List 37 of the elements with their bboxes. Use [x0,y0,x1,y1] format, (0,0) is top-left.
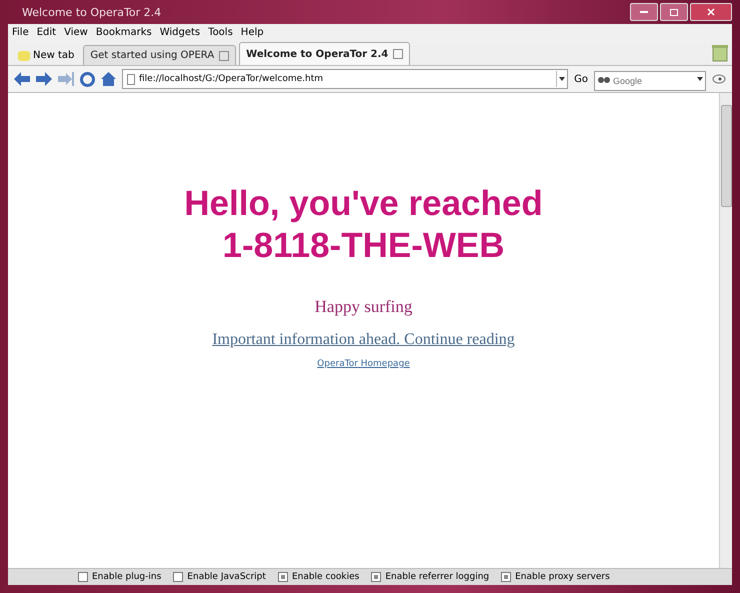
menu-item[interactable]: Help [240,27,264,38]
tab[interactable]: Get started using OPERA [83,45,236,65]
minimize-icon [640,11,648,13]
subtitle: Happy surfing [314,297,412,317]
menu-item[interactable]: Tools [208,27,233,38]
search-field[interactable]: Google [594,71,706,91]
option-checkbox[interactable]: Enable JavaScript [173,572,266,582]
menu-item[interactable]: Widgets [160,27,200,38]
homepage-link[interactable]: OperaTor Homepage [317,359,410,369]
maximize-icon [670,8,678,16]
go-button[interactable]: Go [574,74,588,84]
window-title: Welcome to OperaTor 2.4 [22,6,162,18]
scrollbar[interactable] [719,93,732,568]
minimize-button[interactable] [630,3,658,21]
dropdown-icon[interactable] [697,77,703,81]
maximize-button[interactable] [660,3,688,21]
forward-icon[interactable] [36,72,52,86]
page-icon [127,74,135,84]
home-icon[interactable] [101,72,116,86]
option-checkbox[interactable]: Enable referrer logging [371,572,490,582]
dropdown-icon[interactable] [559,77,566,81]
option-checkbox[interactable]: Enable cookies [278,572,360,582]
continue-link[interactable]: Important information ahead. Continue reading [212,331,515,349]
new-tab-button[interactable]: New tab [12,50,80,65]
menu-item[interactable]: Bookmarks [96,27,152,38]
address-field[interactable]: file://localhost/G:/OperaTor/welcome.htm [122,69,568,89]
menu-item[interactable]: View [64,27,88,38]
eye-icon[interactable] [712,74,726,84]
option-checkbox[interactable]: Enable proxy servers [501,572,610,582]
menu-item[interactable]: File [12,27,29,38]
back-icon[interactable] [14,72,30,86]
close-button[interactable] [690,3,732,21]
tab[interactable]: Welcome to OperaTor 2.4 [239,42,410,65]
menu-item[interactable]: Edit [36,27,56,38]
option-checkbox[interactable]: Enable plug-ins [78,572,162,582]
binoculars-icon [598,74,610,84]
page-heading: Hello, you've reached 1-8118-THE-WEB [184,183,543,267]
